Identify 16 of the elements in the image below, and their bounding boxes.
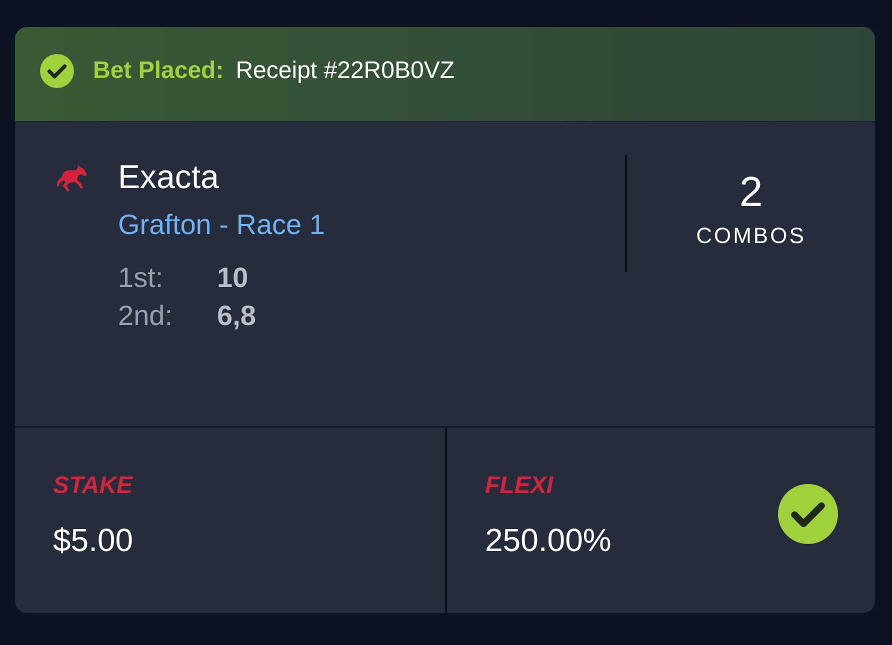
check-icon bbox=[778, 484, 838, 544]
combo-count: 2 bbox=[739, 167, 763, 217]
receipt-number: Receipt #22R0B0VZ bbox=[236, 57, 455, 85]
field-value: $5.00 bbox=[53, 522, 134, 559]
runner-numbers: 10 bbox=[217, 262, 248, 294]
position-label: 2nd: bbox=[118, 300, 174, 332]
bet-type: Exacta bbox=[118, 157, 220, 197]
check-icon bbox=[40, 54, 74, 88]
position-label: 1st: bbox=[118, 262, 164, 294]
combos-label: COMBOS bbox=[696, 223, 806, 249]
race-link[interactable]: Grafton - Race 1 bbox=[118, 205, 325, 245]
field-value: 250.00% bbox=[485, 522, 612, 559]
field-label: FLEXI bbox=[485, 472, 554, 500]
field-label: STAKE bbox=[53, 472, 134, 500]
runner-numbers: 6,8 bbox=[217, 300, 256, 332]
status-label: Bet Placed: bbox=[93, 57, 224, 85]
